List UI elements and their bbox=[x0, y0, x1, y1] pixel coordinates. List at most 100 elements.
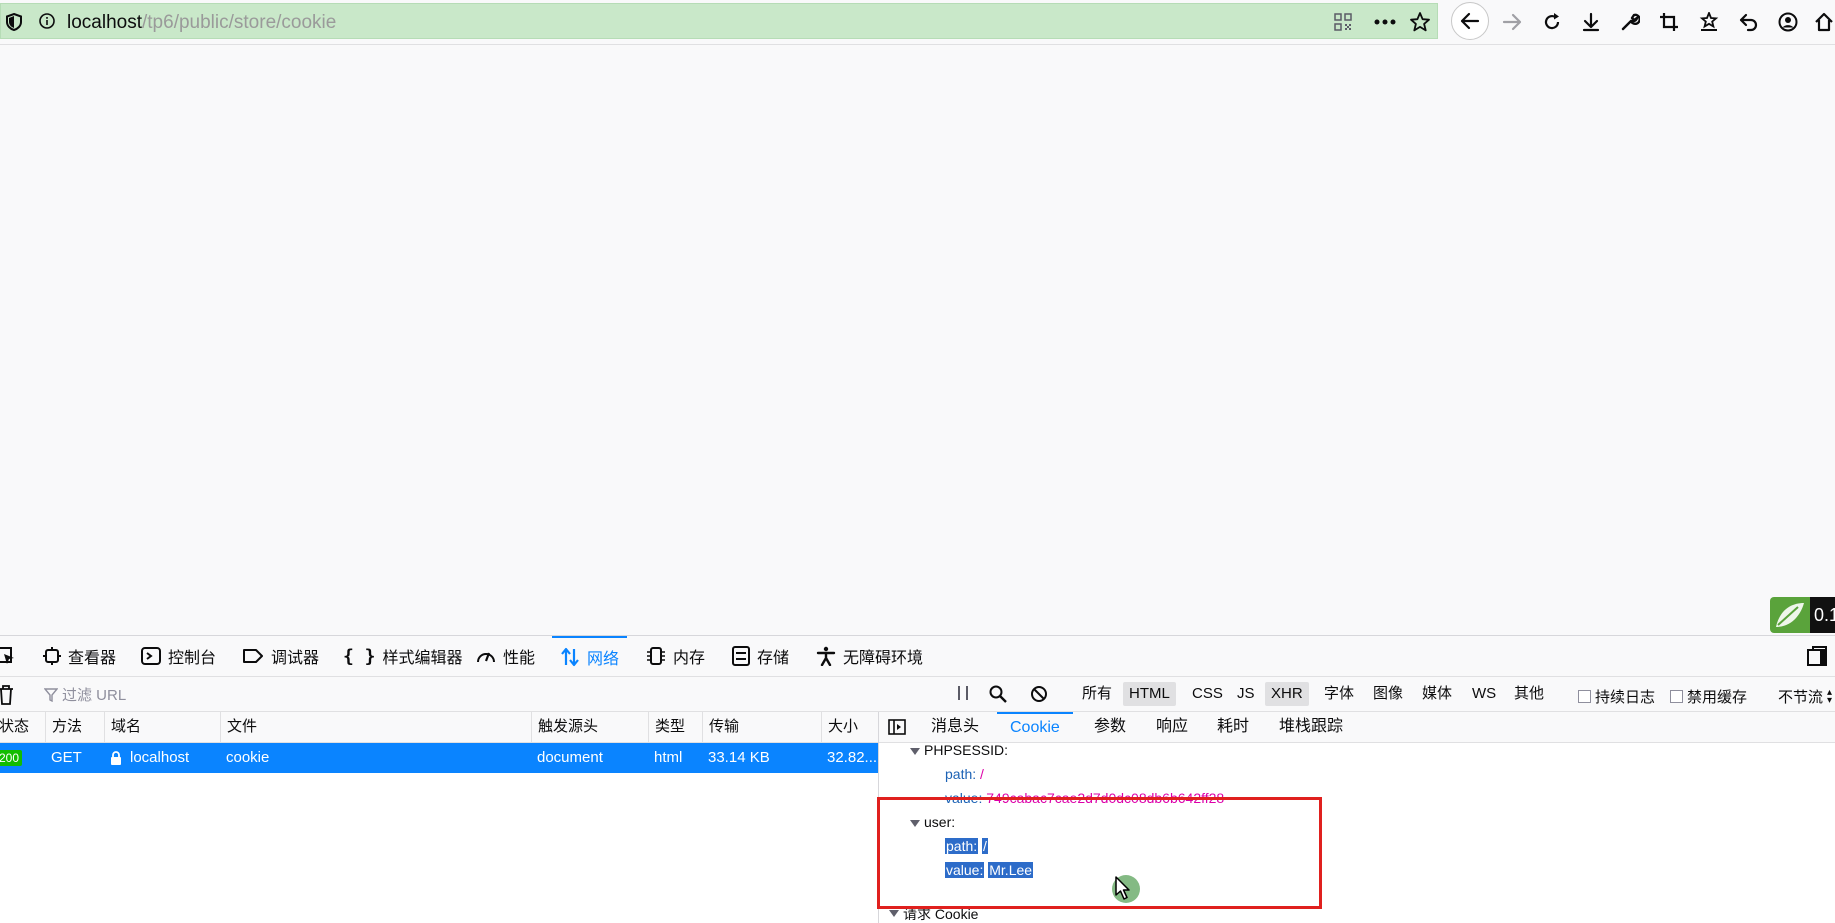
wrench-icon bbox=[1620, 12, 1640, 32]
search-icon[interactable] bbox=[989, 685, 1007, 703]
request-details-panel: 消息头 Cookie 参数 响应 耗时 堆栈跟踪 PHPSESSID: path… bbox=[879, 712, 1835, 923]
back-button[interactable] bbox=[1451, 2, 1489, 40]
screenshot-button[interactable] bbox=[1653, 6, 1685, 38]
downloads-button[interactable] bbox=[1575, 6, 1607, 38]
account-button[interactable] bbox=[1772, 6, 1804, 38]
extension-badge[interactable]: 0.1 bbox=[1770, 597, 1835, 633]
table-row[interactable]: 200 GET localhost cookie document html 3… bbox=[0, 743, 878, 773]
column-size[interactable]: 大小 bbox=[821, 712, 878, 742]
home-button[interactable] bbox=[1808, 6, 1835, 38]
star-tray-icon bbox=[1699, 12, 1719, 32]
throttle-select[interactable]: 不节流 ▴ ▾ bbox=[1778, 686, 1832, 707]
tab-memory[interactable]: 内存 bbox=[646, 636, 705, 676]
url-text[interactable]: localhost/tp6/public/store/cookie bbox=[67, 12, 336, 34]
filter-xhr[interactable]: XHR bbox=[1265, 682, 1309, 706]
cookie-name-user[interactable]: user: bbox=[924, 814, 955, 830]
dock-side-icon[interactable] bbox=[1807, 646, 1827, 666]
tab-debugger-label: 调试器 bbox=[271, 650, 320, 667]
file-cell: cookie bbox=[226, 749, 270, 766]
throttle-label: 不节流 bbox=[1778, 689, 1824, 706]
filter-media[interactable]: 媒体 bbox=[1416, 682, 1458, 706]
tab-headers[interactable]: 消息头 bbox=[931, 712, 979, 742]
clear-trash-icon[interactable] bbox=[0, 685, 14, 705]
tracking-protection-shield-icon[interactable] bbox=[6, 13, 22, 31]
devtools-panel: 查看器 控制台 调试器 { } 样式编辑器 性能 网络 内存 存储 无障碍环境 … bbox=[0, 635, 1835, 923]
column-method[interactable]: 方法 bbox=[45, 712, 105, 742]
tab-cookies[interactable]: Cookie bbox=[997, 712, 1073, 742]
memory-icon bbox=[646, 646, 666, 666]
crop-icon bbox=[1659, 12, 1679, 32]
cookie-path-value: / bbox=[980, 766, 984, 782]
bookmarks-menu-button[interactable] bbox=[1693, 6, 1725, 38]
site-info-icon[interactable] bbox=[39, 13, 55, 29]
cookie-value-key: value: bbox=[945, 790, 983, 806]
domain-cell: localhost bbox=[110, 743, 189, 773]
column-transferred[interactable]: 传输 bbox=[702, 712, 822, 742]
select-arrows-icon: ▴ ▾ bbox=[1827, 686, 1833, 706]
column-status[interactable]: 状态 bbox=[0, 712, 48, 742]
tab-network[interactable]: 网络 bbox=[552, 636, 628, 676]
filter-all[interactable]: 所有 bbox=[1076, 682, 1118, 706]
tab-style-editor[interactable]: { } 样式编辑器 bbox=[343, 636, 463, 676]
filter-js[interactable]: JS bbox=[1231, 682, 1261, 706]
tab-style-editor-label: 样式编辑器 bbox=[382, 650, 463, 667]
expand-twisty-icon[interactable] bbox=[889, 910, 899, 917]
request-cookie-header[interactable]: 请求 Cookie bbox=[903, 904, 978, 923]
persist-logs-box[interactable] bbox=[1578, 690, 1591, 703]
style-editor-icon: { } bbox=[343, 645, 376, 667]
filter-images[interactable]: 图像 bbox=[1367, 682, 1409, 706]
tab-console-label: 控制台 bbox=[168, 650, 217, 667]
tab-timings[interactable]: 耗时 bbox=[1217, 712, 1249, 742]
tab-accessibility[interactable]: 无障碍环境 bbox=[816, 636, 923, 676]
console-icon bbox=[141, 647, 161, 665]
url-path: /tp6/public/store/cookie bbox=[142, 12, 337, 33]
filter-url-input[interactable]: 过滤 URL bbox=[62, 684, 126, 705]
filter-other[interactable]: 其他 bbox=[1508, 682, 1550, 706]
cookie-path-row: path: / bbox=[945, 766, 984, 782]
forward-arrow-icon bbox=[1502, 13, 1522, 31]
toggle-sidebar-icon[interactable] bbox=[888, 719, 906, 735]
page-actions-more-icon[interactable] bbox=[1374, 19, 1396, 25]
column-file[interactable]: 文件 bbox=[220, 712, 532, 742]
tab-storage-label: 存储 bbox=[757, 650, 790, 667]
cause-cell: document bbox=[537, 749, 603, 766]
disable-cache-box[interactable] bbox=[1670, 690, 1683, 703]
url-bar[interactable]: localhost/tp6/public/store/cookie bbox=[0, 3, 1438, 39]
disable-cache-checkbox[interactable]: 禁用缓存 bbox=[1670, 686, 1747, 707]
filter-fonts[interactable]: 字体 bbox=[1318, 682, 1360, 706]
tab-network-label: 网络 bbox=[587, 651, 620, 668]
forward-button[interactable] bbox=[1496, 6, 1528, 38]
qr-code-icon[interactable] bbox=[1334, 13, 1352, 31]
expand-twisty-icon[interactable] bbox=[910, 820, 920, 827]
tab-response[interactable]: 响应 bbox=[1156, 712, 1188, 742]
persist-logs-checkbox[interactable]: 持续日志 bbox=[1578, 686, 1655, 707]
column-cause[interactable]: 触发源头 bbox=[531, 712, 649, 742]
developer-tools-button[interactable] bbox=[1614, 6, 1646, 38]
tab-storage[interactable]: 存储 bbox=[732, 636, 789, 676]
user-path-key: path: bbox=[945, 838, 979, 854]
column-domain[interactable]: 域名 bbox=[104, 712, 221, 742]
cookie-name-phpsessid[interactable]: PHPSESSID: bbox=[924, 742, 1008, 758]
element-picker-icon[interactable] bbox=[0, 646, 16, 666]
tab-inspector[interactable]: 查看器 bbox=[43, 636, 116, 676]
page-content bbox=[0, 45, 1835, 635]
tab-stack-trace[interactable]: 堆栈跟踪 bbox=[1279, 712, 1343, 742]
bookmark-star-icon[interactable] bbox=[1409, 11, 1431, 33]
filter-ws[interactable]: WS bbox=[1466, 682, 1502, 706]
column-type[interactable]: 类型 bbox=[648, 712, 703, 742]
filter-html[interactable]: HTML bbox=[1123, 682, 1176, 706]
tab-params[interactable]: 参数 bbox=[1094, 712, 1126, 742]
status-badge: 200 bbox=[0, 750, 23, 766]
reload-button[interactable] bbox=[1536, 6, 1568, 38]
filter-css[interactable]: CSS bbox=[1186, 682, 1229, 706]
status-cell: 200 bbox=[0, 743, 23, 773]
undo-close-button[interactable] bbox=[1733, 6, 1765, 38]
domain-text: localhost bbox=[130, 749, 190, 766]
tab-console[interactable]: 控制台 bbox=[141, 636, 216, 676]
network-filter-bar: 过滤 URL 所有 HTML CSS JS XHR 字体 图像 媒体 WS 其他… bbox=[0, 677, 1835, 712]
pause-icon[interactable] bbox=[956, 685, 970, 701]
expand-twisty-icon[interactable] bbox=[910, 748, 920, 755]
tab-debugger[interactable]: 调试器 bbox=[242, 636, 319, 676]
tab-performance[interactable]: 性能 bbox=[476, 636, 535, 676]
block-url-icon[interactable] bbox=[1030, 685, 1048, 703]
